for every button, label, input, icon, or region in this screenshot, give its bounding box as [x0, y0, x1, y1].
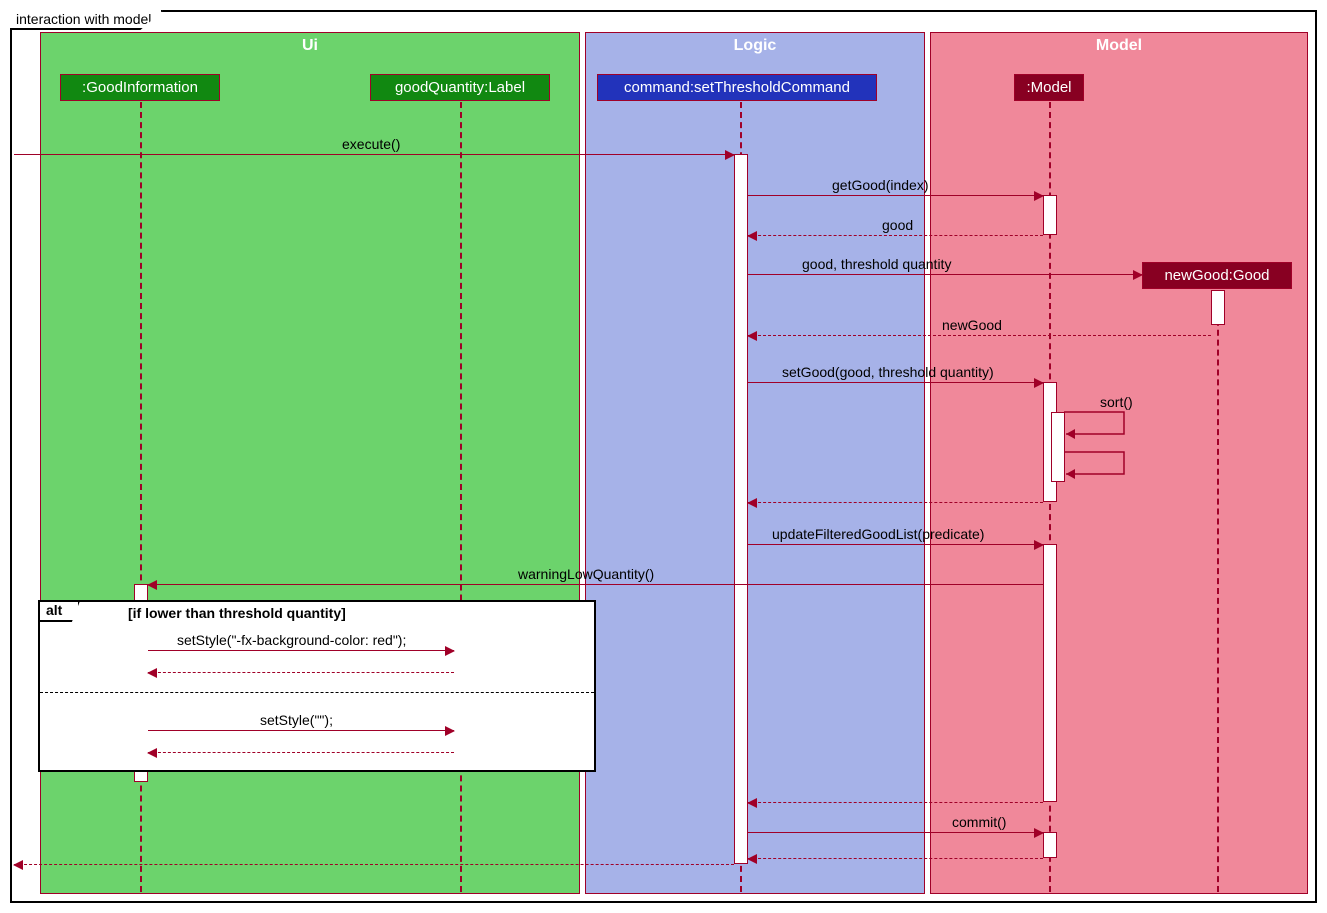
msg-warninglow: [148, 584, 1043, 585]
activation-model-sort: [1051, 412, 1065, 482]
msg-good-return: [748, 235, 1043, 236]
msg-execute-return: [14, 864, 734, 865]
region-logic-title: Logic: [586, 37, 924, 55]
region-ui-title: Ui: [41, 37, 579, 55]
msg-sort: [1064, 412, 1144, 442]
msg-getgood: [748, 195, 1043, 196]
activation-command: [734, 154, 748, 864]
msg-sort-return: [1064, 452, 1144, 482]
msg-commit-return: [748, 858, 1043, 859]
msg-execute: [14, 154, 734, 155]
participant-command: command:setThresholdCommand: [597, 74, 877, 101]
msg-setstyle-red-return: [148, 672, 454, 673]
label-getgood: getGood(index): [832, 177, 929, 193]
participant-model: :Model: [1014, 74, 1084, 101]
participant-new-good: newGood:Good: [1142, 262, 1292, 289]
label-sort: sort(): [1100, 394, 1133, 410]
diagram-frame: interaction with model Ui Logic Model :G…: [10, 10, 1317, 903]
msg-setstyle-empty-return: [148, 752, 454, 753]
alt-title: alt: [38, 600, 80, 622]
alt-divider: [40, 692, 594, 693]
label-commit: commit(): [952, 814, 1006, 830]
msg-setgood: [748, 382, 1043, 383]
msg-setstyle-empty: [148, 730, 454, 731]
label-setstyle-red: setStyle("-fx-background-color: red");: [177, 632, 406, 648]
label-good-thresh: good, threshold quantity: [802, 256, 951, 272]
region-logic: Logic: [585, 32, 925, 894]
msg-good-thresh: [748, 274, 1142, 275]
msg-updatefiltered: [748, 544, 1043, 545]
participant-good-information: :GoodInformation: [60, 74, 220, 101]
msg-setgood-return: [748, 502, 1043, 503]
activation-model-updatefiltered: [1043, 544, 1057, 802]
label-warninglow: warningLowQuantity(): [518, 566, 654, 582]
label-updatefiltered: updateFilteredGoodList(predicate): [772, 526, 984, 542]
label-execute: execute(): [342, 136, 400, 152]
label-newgood-return: newGood: [942, 317, 1002, 333]
alt-guard: [if lower than threshold quantity]: [128, 605, 346, 621]
msg-updatefiltered-return: [748, 802, 1043, 803]
region-model-title: Model: [931, 37, 1307, 55]
lifeline-good-qty: [460, 102, 462, 892]
msg-newgood-return: [748, 335, 1211, 336]
msg-commit: [748, 832, 1043, 833]
msg-setstyle-red: [148, 650, 454, 651]
activation-newgood: [1211, 290, 1225, 325]
label-setstyle-empty: setStyle("");: [260, 712, 333, 728]
frame-title: interaction with model: [10, 10, 163, 30]
alt-frame: alt [if lower than threshold quantity]: [38, 600, 596, 772]
lifeline-new-good: [1217, 290, 1219, 892]
label-good-return: good: [882, 217, 913, 233]
activation-model-getgood: [1043, 195, 1057, 235]
participant-good-quantity: goodQuantity:Label: [370, 74, 550, 101]
activation-model-commit: [1043, 832, 1057, 858]
label-setgood: setGood(good, threshold quantity): [782, 364, 994, 380]
